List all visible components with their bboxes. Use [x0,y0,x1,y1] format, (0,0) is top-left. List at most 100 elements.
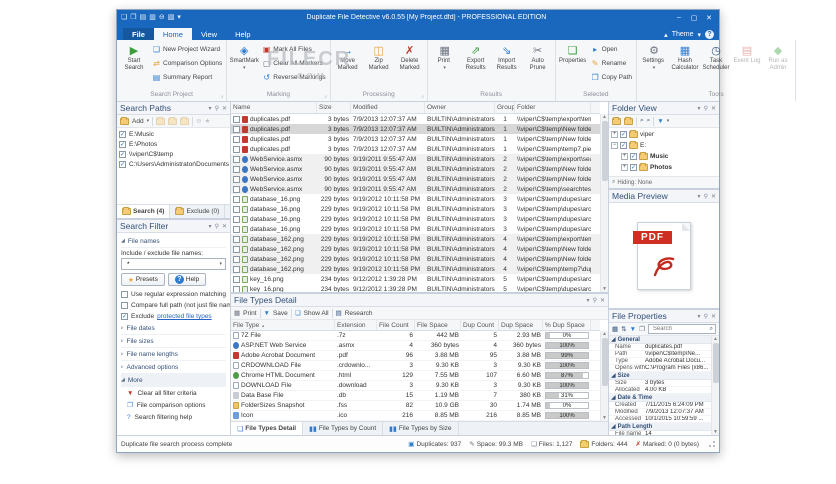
tab-home[interactable]: Home [153,28,192,40]
panel-menu-icon[interactable]: ▾ [209,223,212,230]
move-marked-button[interactable]: → Move Marked [333,42,363,90]
col-owner[interactable]: Owner [425,102,495,113]
folder-node[interactable]: + ✓ viper [611,129,717,140]
property-group[interactable]: ◢ Path Length [609,423,711,431]
file-row[interactable]: duplicates.pdf 3 bytes 7/9/2013 12:07:37 A… [231,134,600,144]
section-more[interactable]: ◢ More [121,374,226,387]
tree-toggle-icon[interactable]: + [621,164,628,171]
file-row[interactable]: WebService.asmx 90 bytes 9/19/2011 9:55:47… [231,154,600,164]
folder-checkbox[interactable]: ✓ [630,164,637,171]
file-row[interactable]: database_162.png 229 bytes 9/19/2012 10:11… [231,254,600,264]
file-type-row[interactable]: CRDOWNLOAD File .crdownlo... 3 9.30 KB 3 9.30… [231,361,600,371]
pin-icon[interactable]: ⚲ [215,223,219,230]
folder-node[interactable]: + ✓ Music [611,151,717,162]
section-file-sizes[interactable]: ▹ File sizes [121,335,226,348]
remove-path-icon[interactable] [168,116,178,125]
property-row[interactable]: Size 3 bytes [609,380,711,387]
panel-menu-icon[interactable]: ▾ [587,297,590,304]
file-type-row[interactable]: DOWNLOAD File .download 3 9.30 KB 3 9.30 KB 10… [231,381,600,391]
print-button[interactable]: ▦ Print ▾ [430,42,460,90]
pin-icon[interactable]: ⚲ [215,105,219,112]
row-checkbox[interactable] [233,235,240,243]
theme-selector[interactable]: Theme [672,31,694,38]
research-button[interactable]: Research [345,310,373,317]
zip-marked-button[interactable]: ◫ Zip Marked [364,42,394,90]
add-dropdown-icon[interactable]: ▾ [147,118,150,124]
col-dup-count[interactable]: Dup Count [461,320,499,330]
col-name[interactable]: Name [231,102,317,113]
edit-path-icon[interactable] [156,116,166,125]
checkbox-checked[interactable]: ✓ [121,313,128,320]
folder-checkbox[interactable]: ✓ [630,153,637,160]
row-checkbox[interactable] [233,145,240,153]
properties-search-box[interactable]: ⌕ [647,324,716,334]
minimize-button[interactable]: – [672,14,686,21]
pin-icon[interactable]: ⚲ [704,193,708,200]
row-checkbox[interactable] [233,275,240,283]
section-file-names[interactable]: ◢ File names [121,235,226,248]
pin-icon[interactable]: ⚲ [704,105,708,112]
open-button[interactable]: ▸ Open [589,43,634,56]
row-checkbox[interactable] [233,225,240,233]
col-modified[interactable]: Modified [351,102,425,113]
find-icon[interactable]: ⌕ [640,117,644,125]
filter-checkbox-row[interactable]: Use regular expression matching [121,289,226,300]
dialog-launcher-icon[interactable]: ⌟ [324,92,327,99]
export-results-button[interactable]: ⇗ Export Results [461,42,491,90]
panel-menu-icon[interactable]: ▾ [209,105,212,112]
close-panel-icon[interactable]: ✕ [711,313,716,320]
print-button[interactable]: Print [243,310,256,317]
row-checkbox[interactable] [233,165,240,173]
properties-scrollbar[interactable]: ▲ ▼ [711,336,719,435]
tab-exclude-paths[interactable]: Exclude (0) [170,205,226,218]
folder-checkbox[interactable]: ✓ [620,131,627,138]
tab-file[interactable]: File [123,28,154,40]
close-panel-icon[interactable]: ✕ [600,297,605,304]
folder-node[interactable]: + ✓ Photos [611,162,717,173]
copy-properties-icon[interactable]: ❐ [639,325,645,333]
favorite-path-icon[interactable]: ★ [205,117,211,125]
file-row[interactable]: duplicates.pdf 3 bytes 7/9/2013 12:07:37 A… [231,144,600,154]
save-project-icon[interactable]: ▤ [140,13,147,22]
search-path-item[interactable]: ✓ \\viper\C$\temp [119,149,228,159]
reverse-markings-button[interactable]: ↺ Reverse Markings [260,71,327,84]
tree-toggle-icon[interactable]: − [611,142,618,149]
results-scrollbar[interactable]: ▲ ▼ [600,114,608,292]
tab-help[interactable]: Help [226,28,259,40]
print-report-icon[interactable]: ⊖ [159,13,165,22]
new-project-wizard-button[interactable]: ❏ New Project Wizard [150,43,224,56]
file-row[interactable]: key_16.png 234 bytes 9/12/2012 1:39:28 PM B… [231,274,600,284]
properties-button[interactable]: ❏ Properties [558,42,588,90]
tree-toggle-icon[interactable]: + [611,131,618,138]
search-path-item[interactable]: ✓ E:\Photos [119,139,228,149]
tab-file-types-by-size[interactable]: ▮▮ File Types by Size [383,422,459,435]
find-next-icon[interactable]: ⌕ [647,117,651,125]
show-all-button[interactable]: Show All [304,310,329,317]
protected-file-types-link[interactable]: protected file types [157,313,212,320]
filter-checkbox-row[interactable]: Compare full path (not just file name) [121,300,230,311]
checkbox-checked[interactable]: ✓ [119,130,126,138]
file-type-row[interactable]: ASP.NET Web Service .asmx 4 360 bytes 4 360 b… [231,341,600,351]
dialog-launcher-icon[interactable]: ⌟ [421,92,424,99]
section-advanced-options[interactable]: ▹ Advanced options [121,361,226,374]
tab-search-paths[interactable]: Search (4) [117,205,171,218]
col-file-space[interactable]: File Space [415,320,461,330]
property-row[interactable]: Modified 7/9/2013 12:07:37 AM [609,409,711,416]
col-size[interactable]: Size [317,102,351,113]
checkbox-checked[interactable]: ✓ [119,150,126,158]
row-checkbox[interactable] [233,175,240,183]
save-button[interactable]: Save [273,310,288,317]
folder-checkbox[interactable]: ✓ [620,142,627,149]
file-row[interactable]: WebService.asmx 90 bytes 9/19/2011 9:55:47… [231,164,600,174]
row-checkbox[interactable] [233,265,240,273]
checkbox-unchecked[interactable] [121,302,128,309]
folder-node[interactable]: − ✓ E: [611,140,717,151]
sort-az-icon[interactable]: ⇅ [621,325,626,333]
row-checkbox[interactable] [233,115,240,123]
close-panel-icon[interactable]: ✕ [711,105,716,112]
comparison-options-button[interactable]: ⇄ Comparison Options [150,57,224,70]
col-dup-space[interactable]: Dup Space [499,320,543,330]
row-checkbox[interactable] [233,185,240,193]
mark-all-files-button[interactable]: ▣ Mark All Files [260,43,327,56]
property-row[interactable]: Name duplicates.pdf [609,344,711,351]
